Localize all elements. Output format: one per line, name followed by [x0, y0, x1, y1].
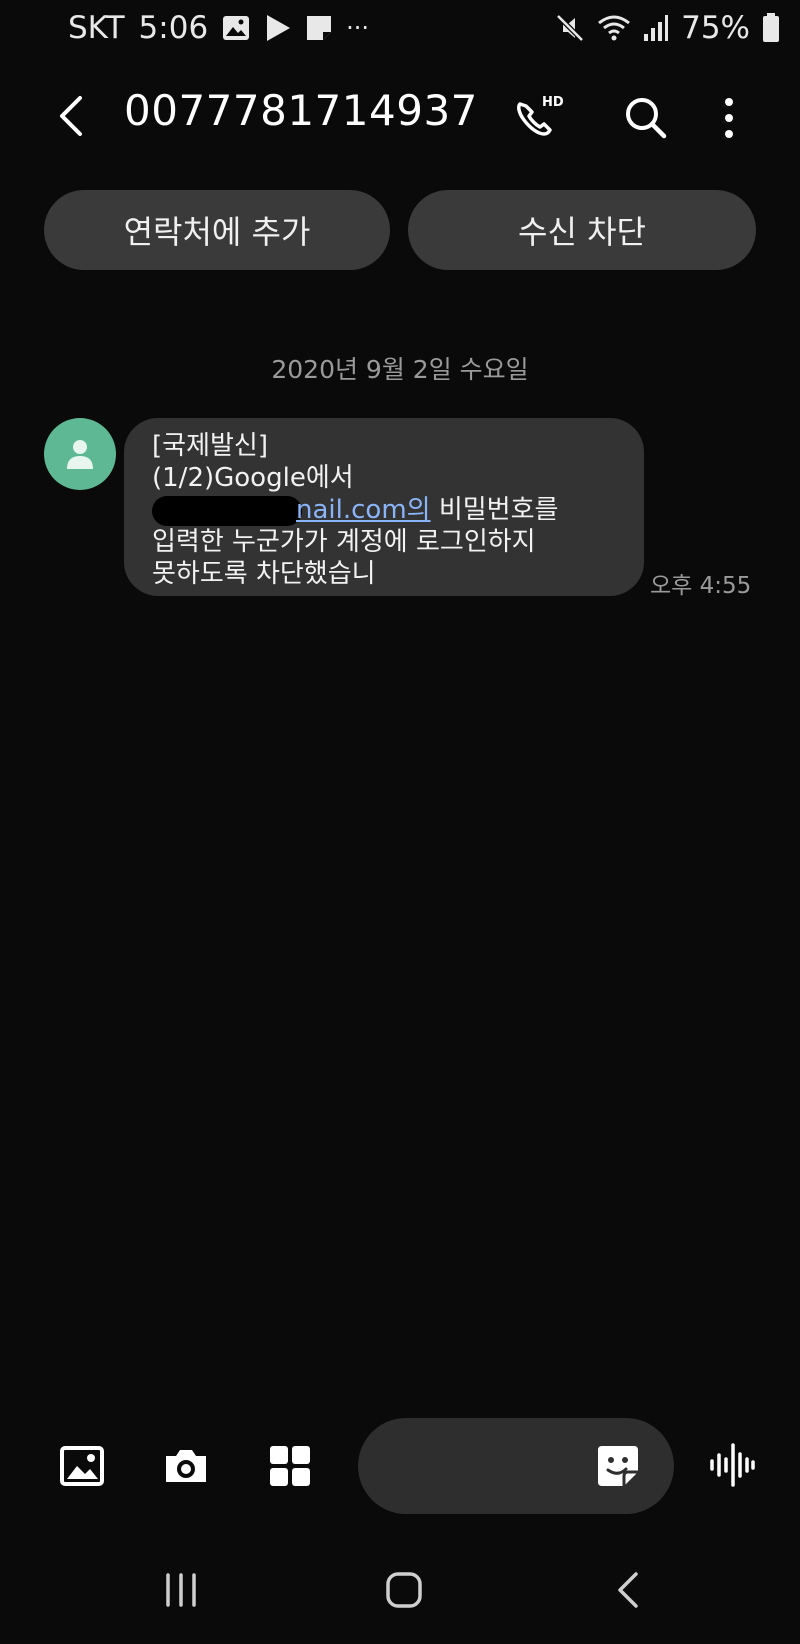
email-link[interactable]: nail.com의: [296, 495, 431, 525]
message-line: 못하도록 차단했습니: [152, 559, 376, 589]
sticker-icon: [598, 1446, 638, 1486]
gallery-notification-icon: [222, 15, 250, 41]
more-vertical-icon: [725, 98, 733, 138]
svg-text:HD: HD: [542, 95, 564, 110]
signal-icon: [643, 14, 669, 42]
message-line: nail.com의 비밀번호를: [152, 494, 616, 526]
clock: 5:06: [138, 10, 209, 46]
more-options-button[interactable]: [714, 90, 744, 146]
battery-percentage: 75%: [681, 10, 750, 46]
home-icon: [386, 1572, 422, 1608]
message-timestamp: 오후 4:55: [650, 573, 752, 599]
gallery-button[interactable]: [58, 1442, 106, 1490]
hd-call-button[interactable]: HD: [510, 90, 566, 146]
date-separator: 2020년 9월 2일 수요일: [271, 355, 529, 384]
back-button[interactable]: [50, 88, 94, 144]
message-line: (1/2)Google에서: [152, 463, 354, 493]
nav-back-icon: [618, 1572, 638, 1608]
message-line: 입력한 누군가가 계정에 로그인하지: [152, 527, 536, 557]
back-arrow-icon: [60, 96, 82, 136]
wifi-icon: [597, 14, 631, 42]
play-store-notification-icon: [264, 14, 292, 42]
search-icon: [626, 98, 667, 139]
extras-button[interactable]: [266, 1442, 314, 1490]
redaction-mark: [152, 495, 302, 526]
more-notifications-indicator: ···: [346, 14, 370, 42]
hd-call-icon: HD: [517, 95, 564, 136]
battery-icon: [762, 13, 780, 43]
mute-icon: [555, 13, 585, 43]
home-button[interactable]: [384, 1570, 424, 1610]
recent-apps-icon: [166, 1573, 196, 1607]
status-bar-left: SKT 5:06 ···: [68, 8, 369, 48]
status-bar-right: 75%: [555, 8, 780, 48]
carrier-label: SKT: [68, 10, 125, 46]
conversation-title: 0077781714937: [124, 86, 478, 135]
message-text: 비밀번호를: [430, 495, 559, 525]
voice-wave-icon: [710, 1443, 755, 1487]
apps-grid-icon: [270, 1446, 310, 1486]
note-notification-icon: [306, 15, 332, 41]
nav-back-button[interactable]: [614, 1570, 644, 1610]
add-to-contacts-button[interactable]: 연락처에 추가: [44, 190, 390, 270]
block-number-button[interactable]: 수신 차단: [408, 190, 756, 270]
message-line: [국제발신]: [152, 431, 268, 461]
sender-avatar[interactable]: [44, 418, 116, 490]
person-icon: [67, 440, 93, 469]
sticker-button[interactable]: [596, 1444, 640, 1488]
voice-recording-button[interactable]: [708, 1440, 756, 1490]
camera-icon: [166, 1450, 206, 1482]
camera-button[interactable]: [162, 1442, 210, 1490]
gallery-icon: [60, 1446, 104, 1486]
recent-apps-button[interactable]: [162, 1572, 200, 1608]
search-button[interactable]: [618, 90, 674, 146]
message-bubble[interactable]: [국제발신] (1/2)Google에서 nail.com의 비밀번호를 입력한…: [124, 418, 644, 596]
